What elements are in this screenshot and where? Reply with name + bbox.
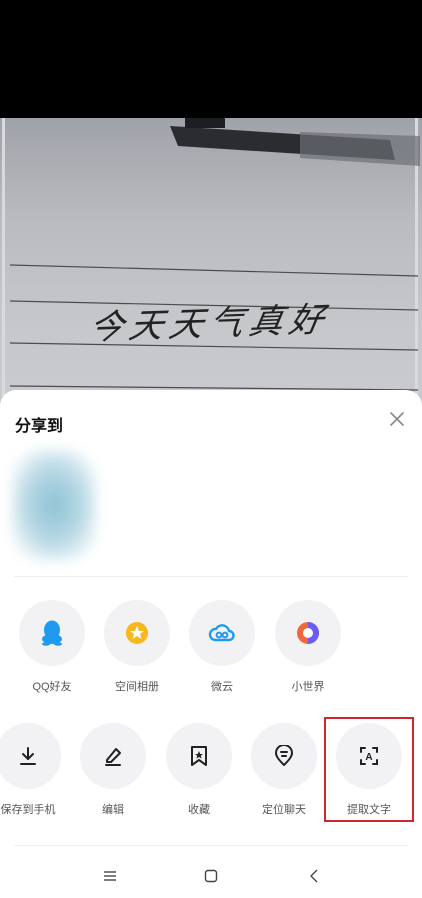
edit-button[interactable]: 编辑 — [73, 723, 153, 817]
close-icon — [390, 412, 404, 426]
photo-preview: 今天天气真好 — [0, 118, 422, 408]
locate-chat-icon — [251, 723, 317, 789]
action-label: 收藏 — [188, 804, 210, 816]
save-to-phone-button[interactable]: 保存到手机 — [0, 723, 68, 817]
share-weiyun[interactable]: 微云 — [182, 600, 262, 694]
recent-contact-avatar[interactable] — [12, 450, 96, 560]
favorite-button[interactable]: 收藏 — [159, 723, 239, 817]
share-target-label: 小世界 — [291, 681, 325, 693]
menu-icon — [104, 871, 116, 881]
favorite-icon — [166, 723, 232, 789]
close-button[interactable] — [386, 408, 408, 430]
share-target-label: 微云 — [211, 681, 233, 693]
action-label: 定位聊天 — [262, 804, 306, 816]
locate-chat-button[interactable]: 定位聊天 — [244, 723, 324, 817]
sheet-title: 分享到 — [15, 418, 64, 435]
share-qq-friend[interactable]: QQ好友 — [12, 600, 92, 694]
back-button[interactable] — [300, 862, 328, 890]
small-world-icon — [275, 600, 341, 666]
share-qzone-album[interactable]: 空间相册 — [97, 600, 177, 694]
system-navbar — [0, 852, 422, 898]
pen-shape — [170, 118, 420, 166]
qq-icon — [19, 600, 85, 666]
home-button[interactable] — [197, 862, 225, 890]
notebook-illustration — [9, 118, 420, 391]
home-icon — [204, 869, 218, 883]
weiyun-icon — [189, 600, 255, 666]
divider — [14, 845, 408, 846]
action-label: 保存到手机 — [0, 804, 56, 816]
edit-icon — [80, 723, 146, 789]
qzone-album-icon — [104, 600, 170, 666]
download-icon — [0, 723, 61, 789]
handwriting-text: 今天天气真好 — [85, 299, 333, 349]
highlight-box — [324, 717, 414, 822]
share-small-world[interactable]: 小世界 — [268, 600, 348, 694]
menu-button[interactable] — [96, 862, 124, 890]
share-target-label: QQ好友 — [32, 681, 72, 693]
action-label: 编辑 — [102, 804, 124, 816]
back-icon — [310, 869, 318, 883]
divider — [14, 576, 408, 577]
share-target-label: 空间相册 — [115, 681, 159, 693]
